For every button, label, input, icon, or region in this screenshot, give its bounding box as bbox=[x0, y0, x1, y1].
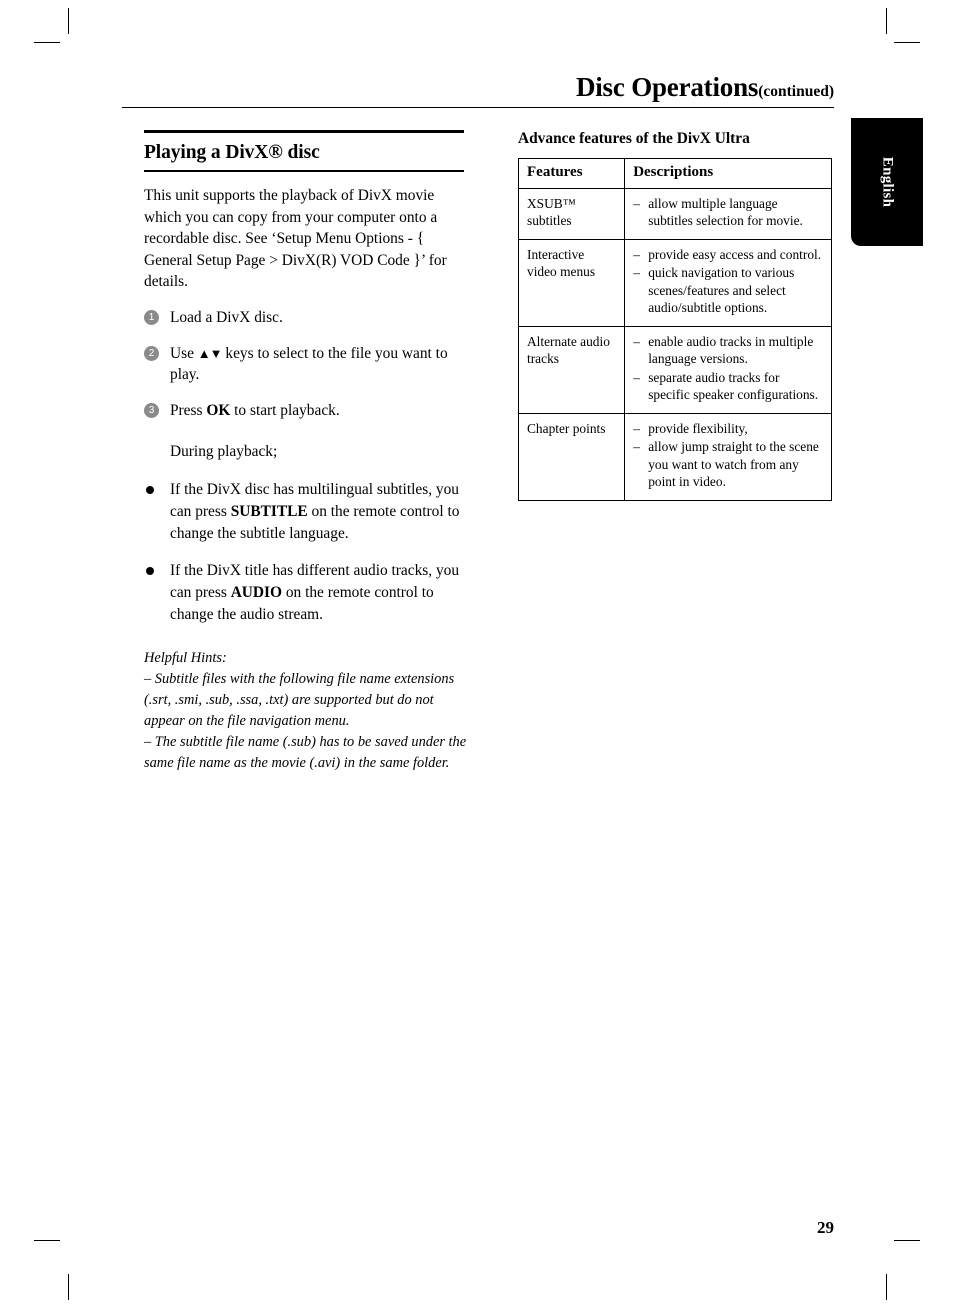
table-row: Alternate audio tracks – enable audio tra… bbox=[517, 325, 832, 414]
feature-name: Alternate audio tracks bbox=[517, 325, 626, 414]
table-row: Interactive video menus – provide easy ac… bbox=[517, 238, 832, 327]
section-rule-top bbox=[144, 130, 464, 133]
feature-descriptions: – enable audio tracks in multiple languag… bbox=[624, 325, 832, 414]
description-text: allow multiple language subtitles select… bbox=[648, 195, 803, 229]
step-1-text: Load a DivX disc. bbox=[170, 308, 283, 326]
page-title: Disc Operations(continued) bbox=[122, 72, 834, 107]
bullet-dot-icon bbox=[146, 567, 154, 576]
helpful-hints-title: Helpful Hints: bbox=[144, 649, 227, 666]
bullet-subtitle: If the DivX disc has multilingual subtit… bbox=[144, 479, 469, 544]
right-column: Advance features of the DivX Ultra Featu… bbox=[517, 130, 834, 501]
dash-icon: – bbox=[633, 369, 640, 385]
dash-icon: – bbox=[633, 195, 640, 211]
ok-key-label: OK bbox=[206, 401, 231, 419]
step-2-number: 2 bbox=[144, 345, 159, 361]
table-header-row: Features Descriptions bbox=[517, 158, 832, 189]
dash-icon: – bbox=[633, 420, 640, 436]
description-text: enable audio tracks in multiple language… bbox=[648, 333, 814, 367]
language-tab-label: English bbox=[879, 156, 896, 208]
feature-descriptions: – provide easy access and control. – quick… bbox=[624, 238, 832, 327]
section-title: Playing a DivX® disc bbox=[144, 142, 320, 163]
feature-name: Interactive video menus bbox=[517, 238, 626, 327]
subtitle-key-label: SUBTITLE bbox=[230, 502, 308, 520]
page-title-continued: (continued) bbox=[758, 83, 834, 100]
header-rule bbox=[122, 107, 834, 108]
language-tab: English bbox=[851, 118, 923, 246]
feature-descriptions: – provide flexibility, – allow jump straig… bbox=[624, 412, 832, 501]
left-column: Playing a DivX® disc This unit supports … bbox=[144, 130, 469, 774]
helpful-hints: Helpful Hints: – Subtitle files with the… bbox=[144, 648, 469, 774]
section-rule-bottom bbox=[144, 170, 464, 172]
step-1: 1 Load a DivX disc. bbox=[144, 307, 469, 329]
crop-mark-top-right bbox=[886, 8, 887, 34]
dash-icon: – bbox=[633, 439, 640, 454]
column-header-features: Features bbox=[517, 158, 626, 189]
feature-name: Chapter points bbox=[517, 412, 626, 501]
bullet-audio: If the DivX title has different audio tr… bbox=[144, 560, 469, 625]
step-2: 2 Use ▲▼ keys to select to the file you … bbox=[144, 343, 469, 386]
crop-mark-bottom-right bbox=[886, 1274, 887, 1300]
crop-mark-bottom-left bbox=[68, 1274, 69, 1300]
description-item: – allow jump straight to the scene you wa… bbox=[633, 438, 824, 491]
description-text: quick navigation to various scenes/featu… bbox=[648, 265, 795, 315]
description-item: – provide easy access and control. bbox=[633, 246, 824, 264]
crop-mark-right-top bbox=[894, 42, 920, 43]
dash-icon: – bbox=[633, 246, 640, 262]
dash-icon: – bbox=[633, 265, 640, 280]
helpful-hint-1: – Subtitle files with the following file… bbox=[144, 670, 455, 729]
crop-mark-right-bottom bbox=[894, 1240, 920, 1241]
description-text: provide flexibility, bbox=[648, 420, 748, 436]
description-item: – separate audio tracks for specific spea… bbox=[633, 369, 824, 404]
features-table: Features Descriptions XSUB™ subtitles – a… bbox=[517, 158, 832, 501]
column-header-descriptions: Descriptions bbox=[624, 158, 832, 189]
step-1-number: 1 bbox=[144, 309, 159, 325]
step-3-text-before: Press bbox=[170, 401, 207, 419]
feature-name: XSUB™ subtitles bbox=[517, 187, 626, 240]
feature-descriptions: – allow multiple language subtitles selec… bbox=[624, 187, 832, 240]
description-item: – provide flexibility, bbox=[633, 420, 824, 438]
audio-key-label: AUDIO bbox=[230, 584, 282, 602]
step-3-text-after: to start playback. bbox=[230, 401, 340, 419]
helpful-hint-2: – The subtitle file name (.sub) has to b… bbox=[144, 733, 467, 771]
description-text: separate audio tracks for specific speak… bbox=[648, 369, 819, 403]
crop-mark-left-top bbox=[34, 42, 60, 43]
advance-features-heading: Advance features of the DivX Ultra bbox=[518, 130, 750, 147]
page-title-main: Disc Operations bbox=[575, 72, 759, 102]
description-item: – quick navigation to various scenes/feat… bbox=[633, 264, 824, 317]
step-3: 3 Press OK to start playback. bbox=[144, 400, 469, 422]
crop-mark-left-bottom bbox=[34, 1240, 60, 1241]
step-3-number: 3 bbox=[144, 402, 159, 418]
table-row: XSUB™ subtitles – allow multiple language… bbox=[517, 187, 832, 240]
dash-icon: – bbox=[633, 333, 640, 349]
step-2-text-before: Use bbox=[170, 344, 198, 362]
during-playback-label: During playback; bbox=[170, 443, 278, 461]
table-row: Chapter points – provide flexibility, – al… bbox=[517, 412, 832, 501]
up-down-arrows-icon: ▲▼ bbox=[197, 345, 223, 361]
crop-mark-top-left bbox=[68, 8, 69, 34]
page-header: Disc Operations(continued) bbox=[122, 72, 834, 108]
description-text: provide easy access and control. bbox=[648, 246, 822, 262]
description-item: – allow multiple language subtitles selec… bbox=[633, 195, 824, 230]
description-text: allow jump straight to the scene you wan… bbox=[648, 439, 819, 489]
intro-paragraph: This unit supports the playback of DivX … bbox=[144, 187, 447, 291]
bullet-dot-icon bbox=[146, 485, 154, 494]
page-number: 29 bbox=[817, 1218, 834, 1237]
description-item: – enable audio tracks in multiple languag… bbox=[633, 333, 824, 368]
